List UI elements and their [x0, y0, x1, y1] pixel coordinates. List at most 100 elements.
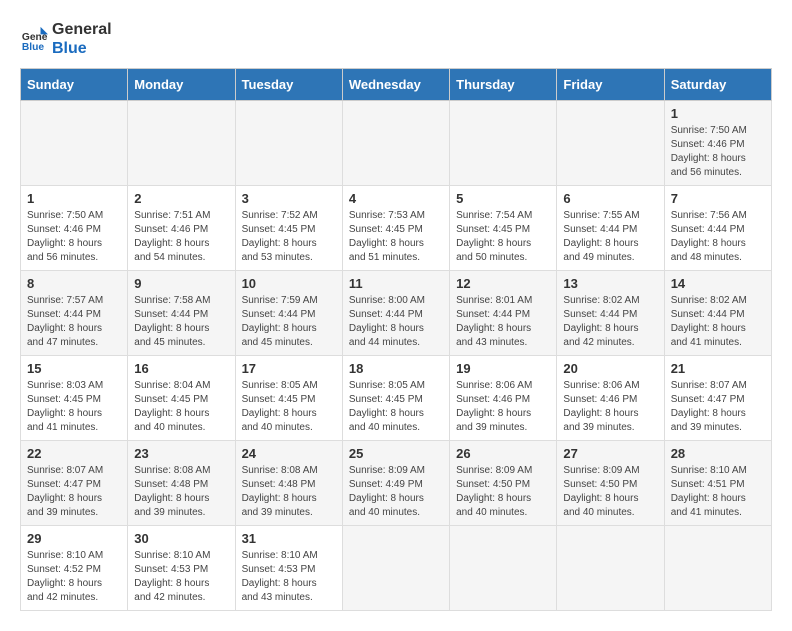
- calendar-cell: 9 Sunrise: 7:58 AMSunset: 4:44 PMDaylight…: [128, 271, 235, 356]
- day-header-sunday: Sunday: [21, 69, 128, 101]
- calendar-cell: 15 Sunrise: 8:03 AMSunset: 4:45 PMDayligh…: [21, 356, 128, 441]
- svg-text:Blue: Blue: [22, 42, 45, 53]
- calendar-cell: 16Sunrise: 8:04 AMSunset: 4:45 PMDayligh…: [128, 356, 235, 441]
- calendar-cell: [342, 101, 449, 186]
- day-number: 21: [671, 361, 765, 376]
- day-content: Sunrise: 8:09 AMSunset: 4:50 PMDaylight:…: [456, 464, 550, 520]
- day-content: Sunrise: 8:00 AMSunset: 4:44 PMDaylight:…: [349, 294, 443, 350]
- calendar-week-row: 15 Sunrise: 8:03 AMSunset: 4:45 PMDayligh…: [21, 356, 772, 441]
- calendar-cell: 10 Sunrise: 7:59 AMSunset: 4:44 PMDayligh…: [235, 271, 342, 356]
- day-content: Sunrise: 7:54 AMSunset: 4:45 PMDaylight:…: [456, 209, 550, 265]
- day-number: 29: [27, 531, 121, 546]
- page-header: General Blue General Blue: [20, 20, 772, 58]
- day-number: 15: [27, 361, 121, 376]
- calendar-cell: 23 Sunrise: 8:08 AMSunset: 4:48 PMDayligh…: [128, 441, 235, 526]
- logo-icon: General Blue: [20, 25, 48, 53]
- day-number: 1: [671, 106, 765, 121]
- day-number: 27: [563, 446, 657, 461]
- day-content: Sunrise: 8:06 AMSunset: 4:46 PMDaylight:…: [563, 379, 657, 435]
- day-header-saturday: Saturday: [664, 69, 771, 101]
- day-number: 11: [349, 276, 443, 291]
- day-number: 4: [349, 191, 443, 206]
- calendar-cell: [342, 526, 449, 611]
- calendar-week-row: 22 Sunrise: 8:07 AMSunset: 4:47 PMDayligh…: [21, 441, 772, 526]
- day-content: Sunrise: 8:01 AMSunset: 4:44 PMDaylight:…: [456, 294, 550, 350]
- calendar-cell: 7Sunrise: 7:56 AMSunset: 4:44 PMDaylight…: [664, 186, 771, 271]
- day-number: 14: [671, 276, 765, 291]
- calendar-cell: 13 Sunrise: 8:02 AMSunset: 4:44 PMDayligh…: [557, 271, 664, 356]
- day-content: Sunrise: 7:50 AMSunset: 4:46 PMDaylight:…: [671, 124, 765, 180]
- calendar-cell: 30 Sunrise: 8:10 AMSunset: 4:53 PMDayligh…: [128, 526, 235, 611]
- day-header-monday: Monday: [128, 69, 235, 101]
- calendar-cell: 18Sunrise: 8:05 AMSunset: 4:45 PMDayligh…: [342, 356, 449, 441]
- calendar-cell: 2 Sunrise: 7:51 AMSunset: 4:46 PMDaylight…: [128, 186, 235, 271]
- day-number: 7: [671, 191, 765, 206]
- calendar-cell: 5Sunrise: 7:54 AMSunset: 4:45 PMDaylight…: [450, 186, 557, 271]
- day-number: 28: [671, 446, 765, 461]
- calendar-cell: 19 Sunrise: 8:06 AMSunset: 4:46 PMDayligh…: [450, 356, 557, 441]
- day-number: 23: [134, 446, 228, 461]
- calendar-cell: 24 Sunrise: 8:08 AMSunset: 4:48 PMDayligh…: [235, 441, 342, 526]
- calendar-cell: [450, 101, 557, 186]
- calendar-cell: 17Sunrise: 8:05 AMSunset: 4:45 PMDayligh…: [235, 356, 342, 441]
- day-content: Sunrise: 7:53 AMSunset: 4:45 PMDaylight:…: [349, 209, 443, 265]
- day-content: Sunrise: 8:06 AMSunset: 4:46 PMDaylight:…: [456, 379, 550, 435]
- calendar-cell: 11 Sunrise: 8:00 AMSunset: 4:44 PMDayligh…: [342, 271, 449, 356]
- day-content: Sunrise: 8:10 AMSunset: 4:51 PMDaylight:…: [671, 464, 765, 520]
- day-content: Sunrise: 8:09 AMSunset: 4:50 PMDaylight:…: [563, 464, 657, 520]
- calendar-header-row: SundayMondayTuesdayWednesdayThursdayFrid…: [21, 69, 772, 101]
- calendar-cell: 6Sunrise: 7:55 AMSunset: 4:44 PMDaylight…: [557, 186, 664, 271]
- day-content: Sunrise: 8:10 AMSunset: 4:53 PMDaylight:…: [134, 549, 228, 605]
- day-content: Sunrise: 8:04 AMSunset: 4:45 PMDaylight:…: [134, 379, 228, 435]
- calendar-cell: [557, 526, 664, 611]
- day-number: 20: [563, 361, 657, 376]
- day-number: 24: [242, 446, 336, 461]
- calendar-cell: 4 Sunrise: 7:53 AMSunset: 4:45 PMDaylight…: [342, 186, 449, 271]
- logo-text-general: General: [52, 20, 112, 39]
- calendar-cell: [21, 101, 128, 186]
- day-number: 22: [27, 446, 121, 461]
- day-number: 17: [242, 361, 336, 376]
- calendar-cell: [557, 101, 664, 186]
- day-content: Sunrise: 8:02 AMSunset: 4:44 PMDaylight:…: [671, 294, 765, 350]
- day-number: 1: [27, 191, 121, 206]
- day-content: Sunrise: 8:10 AMSunset: 4:53 PMDaylight:…: [242, 549, 336, 605]
- calendar-cell: 26Sunrise: 8:09 AMSunset: 4:50 PMDayligh…: [450, 441, 557, 526]
- day-content: Sunrise: 7:58 AMSunset: 4:44 PMDaylight:…: [134, 294, 228, 350]
- day-content: Sunrise: 8:07 AMSunset: 4:47 PMDaylight:…: [671, 379, 765, 435]
- day-header-thursday: Thursday: [450, 69, 557, 101]
- day-content: Sunrise: 8:07 AMSunset: 4:47 PMDaylight:…: [27, 464, 121, 520]
- calendar-week-row: 1Sunrise: 7:50 AMSunset: 4:46 PMDaylight…: [21, 186, 772, 271]
- day-content: Sunrise: 7:59 AMSunset: 4:44 PMDaylight:…: [242, 294, 336, 350]
- calendar-cell: 28 Sunrise: 8:10 AMSunset: 4:51 PMDayligh…: [664, 441, 771, 526]
- calendar-cell: 27 Sunrise: 8:09 AMSunset: 4:50 PMDayligh…: [557, 441, 664, 526]
- calendar-cell: [128, 101, 235, 186]
- day-header-wednesday: Wednesday: [342, 69, 449, 101]
- day-number: 30: [134, 531, 228, 546]
- calendar-cell: 1 Sunrise: 7:50 AMSunset: 4:46 PMDaylight…: [664, 101, 771, 186]
- day-content: Sunrise: 8:05 AMSunset: 4:45 PMDaylight:…: [349, 379, 443, 435]
- calendar-cell: [450, 526, 557, 611]
- day-number: 9: [134, 276, 228, 291]
- calendar-cell: 25 Sunrise: 8:09 AMSunset: 4:49 PMDayligh…: [342, 441, 449, 526]
- day-number: 19: [456, 361, 550, 376]
- day-content: Sunrise: 7:51 AMSunset: 4:46 PMDaylight:…: [134, 209, 228, 265]
- day-number: 12: [456, 276, 550, 291]
- day-content: Sunrise: 8:02 AMSunset: 4:44 PMDaylight:…: [563, 294, 657, 350]
- calendar-cell: 21 Sunrise: 8:07 AMSunset: 4:47 PMDayligh…: [664, 356, 771, 441]
- day-content: Sunrise: 8:08 AMSunset: 4:48 PMDaylight:…: [134, 464, 228, 520]
- calendar-cell: 3Sunrise: 7:52 AMSunset: 4:45 PMDaylight…: [235, 186, 342, 271]
- day-number: 10: [242, 276, 336, 291]
- logo: General Blue General Blue: [20, 20, 112, 58]
- day-number: 2: [134, 191, 228, 206]
- day-content: Sunrise: 8:03 AMSunset: 4:45 PMDaylight:…: [27, 379, 121, 435]
- day-number: 13: [563, 276, 657, 291]
- day-content: Sunrise: 8:09 AMSunset: 4:49 PMDaylight:…: [349, 464, 443, 520]
- day-number: 25: [349, 446, 443, 461]
- day-number: 31: [242, 531, 336, 546]
- day-content: Sunrise: 8:08 AMSunset: 4:48 PMDaylight:…: [242, 464, 336, 520]
- day-content: Sunrise: 8:10 AMSunset: 4:52 PMDaylight:…: [27, 549, 121, 605]
- day-content: Sunrise: 7:55 AMSunset: 4:44 PMDaylight:…: [563, 209, 657, 265]
- calendar-cell: 1Sunrise: 7:50 AMSunset: 4:46 PMDaylight…: [21, 186, 128, 271]
- calendar-week-row: 8Sunrise: 7:57 AMSunset: 4:44 PMDaylight…: [21, 271, 772, 356]
